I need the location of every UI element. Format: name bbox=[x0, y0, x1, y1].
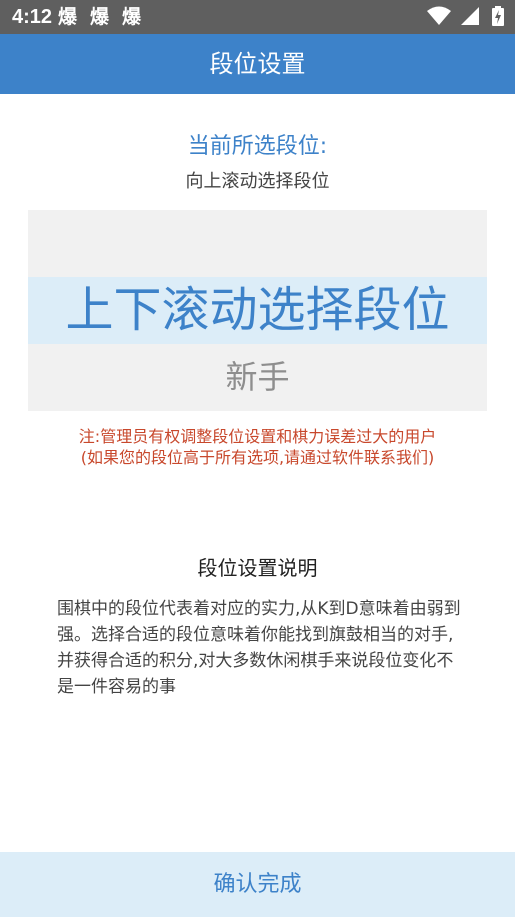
notification-icon: 爆 bbox=[90, 6, 110, 28]
battery-charging-icon bbox=[492, 6, 504, 26]
explanation-title: 段位设置说明 bbox=[197, 556, 318, 580]
cell-signal-icon bbox=[460, 7, 479, 25]
rank-picker[interactable]: 上下滚动选择段位 新手 bbox=[28, 210, 487, 411]
app-bar: 段位设置 bbox=[0, 34, 515, 94]
confirm-button[interactable]: 确认完成 bbox=[0, 852, 515, 917]
picker-selected-item[interactable]: 上下滚动选择段位 bbox=[28, 277, 487, 344]
system-icons bbox=[426, 6, 505, 26]
status-bar: 4:12 爆 爆 爆 bbox=[0, 0, 515, 34]
notification-icon: 爆 bbox=[122, 6, 142, 28]
status-time: 4:12 bbox=[12, 6, 53, 28]
current-rank-label: 当前所选段位: bbox=[187, 134, 328, 159]
picker-item[interactable]: 新手 bbox=[28, 344, 487, 411]
notification-icon: 爆 bbox=[58, 6, 78, 28]
wifi-icon bbox=[426, 6, 451, 25]
admin-note: 注:管理员有权调整段位设置和棋力误差过大的用户 (如果您的段位高于所有选项,请通… bbox=[40, 426, 475, 468]
admin-note-line: 注:管理员有权调整段位设置和棋力误差过大的用户 bbox=[78, 427, 437, 446]
page-title: 段位设置 bbox=[209, 50, 306, 78]
admin-note-line: (如果您的段位高于所有选项,请通过软件联系我们) bbox=[80, 448, 435, 467]
scroll-hint: 向上滚动选择段位 bbox=[185, 171, 330, 192]
explanation-text: 围棋中的段位代表着对应的实力,从K到D意味着由弱到强。选择合适的段位意味着你能找… bbox=[57, 599, 461, 697]
